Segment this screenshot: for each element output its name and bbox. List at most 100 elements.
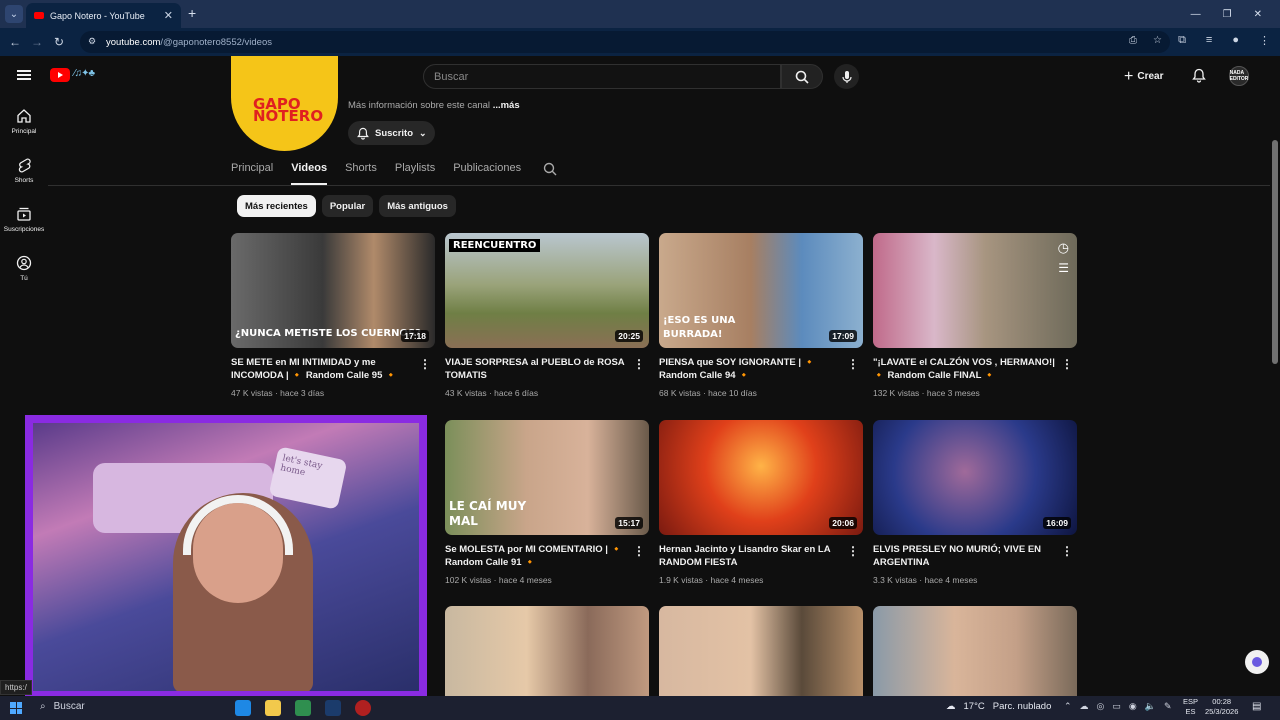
forward-icon[interactable]: →	[26, 35, 48, 49]
notification-center-icon[interactable]: ▤	[1252, 701, 1261, 712]
video-menu-icon[interactable]: ⋮	[633, 357, 645, 371]
chip-mas-antiguos[interactable]: Más antiguos	[379, 195, 456, 217]
sidenav-item-principal[interactable]: Principal	[0, 96, 48, 145]
chip-mas-recientes[interactable]: Más recientes	[237, 195, 316, 217]
create-button[interactable]: + Crear	[1124, 64, 1163, 89]
clock-date: 25/3/2026	[1205, 707, 1239, 716]
menu-kebab-icon[interactable]: ⋮	[1259, 34, 1270, 47]
channel-about[interactable]: Más información sobre este canal ...más	[348, 100, 520, 111]
close-tab-icon[interactable]: ✕	[164, 9, 173, 22]
reload-icon[interactable]: ↻	[48, 35, 70, 49]
sidenav-item-tu[interactable]: Tú	[0, 243, 48, 292]
bookmark-star-icon[interactable]: ☆	[1153, 35, 1162, 46]
video-thumbnail[interactable]: ¿NUNCA METISTE LOS CUERNOS? 17:18	[231, 233, 435, 348]
obs-icon[interactable]	[355, 700, 371, 716]
hamburger-menu-icon[interactable]	[17, 70, 31, 80]
video-card[interactable]: REENCUENTRO 20:25 VIAJE SORPRESA al PUEB…	[445, 233, 649, 398]
tab-list-button[interactable]: ⌄	[5, 5, 23, 23]
account-avatar[interactable]: NADA EDITOR	[1229, 66, 1249, 86]
video-title[interactable]: ELVIS PRESLEY NO MURIÓ; VIVE EN ARGENTIN…	[873, 543, 1077, 571]
video-menu-icon[interactable]: ⋮	[633, 544, 645, 558]
video-title[interactable]: Se MOLESTA por MI COMENTARIO | 🔸 Random …	[445, 543, 649, 571]
back-icon[interactable]: ←	[4, 35, 26, 49]
youtube-logo-icon[interactable]	[50, 68, 70, 82]
reading-list-icon[interactable]: ≡	[1206, 34, 1212, 47]
windows-start-icon[interactable]	[10, 702, 22, 714]
tab-videos[interactable]: Videos	[291, 156, 328, 185]
youtube-doodle-icon[interactable]: ⁄♫✦♣	[74, 68, 118, 82]
video-title[interactable]: Hernan Jacinto y Lisandro Skar en LA RAN…	[659, 543, 863, 571]
video-thumbnail[interactable]: ◷ ☰	[873, 233, 1077, 348]
notifications-bell-icon[interactable]	[1192, 68, 1206, 88]
gemini-assistant-icon[interactable]	[1245, 650, 1269, 674]
page-scrollbar[interactable]	[1270, 56, 1280, 696]
restore-icon[interactable]: ❐	[1223, 9, 1232, 20]
language-indicator[interactable]: ESP ES	[1183, 697, 1198, 717]
video-title[interactable]: PIENSA que SOY IGNORANTE | 🔸 Random Call…	[659, 356, 863, 384]
sidenav-item-suscripciones[interactable]: Suscripciones	[0, 194, 48, 243]
tab-publicaciones[interactable]: Publicaciones	[453, 156, 521, 185]
scrollbar-thumb[interactable]	[1272, 140, 1278, 364]
watch-later-icon[interactable]: ◷	[1058, 240, 1069, 256]
tray-app-icon[interactable]: ◎	[1097, 701, 1105, 712]
taskbar-weather[interactable]: ☁ 17°C Parc. nublado	[946, 701, 1051, 712]
browser-tab[interactable]: Gapo Notero - YouTube ✕	[26, 3, 181, 28]
search-input[interactable]: Buscar	[423, 64, 781, 89]
video-title[interactable]: VIAJE SORPRESA al PUEBLO de ROSA TOMATIS	[445, 356, 649, 384]
tray-monitor-icon[interactable]: ▭	[1112, 701, 1121, 712]
video-menu-icon[interactable]: ⋮	[1061, 357, 1073, 371]
minimize-icon[interactable]: —	[1191, 9, 1201, 20]
tray-cloud-icon[interactable]: ☁	[1080, 701, 1089, 712]
chrome-icon[interactable]	[295, 700, 311, 716]
video-menu-icon[interactable]: ⋮	[1061, 544, 1073, 558]
video-card[interactable]: LE CAÍ MUY MAL 15:17 Se MOLESTA por MI C…	[445, 420, 649, 585]
video-thumbnail[interactable]	[659, 606, 863, 696]
video-card[interactable]: ¡ESO ES UNA BURRADA! 17:09 PIENSA que SO…	[659, 233, 863, 398]
new-tab-button[interactable]: +	[188, 5, 196, 21]
video-thumbnail[interactable]: ¡ESO ES UNA BURRADA! 17:09	[659, 233, 863, 348]
edge-icon[interactable]	[235, 700, 251, 716]
url-field[interactable]: ⚙ youtube.com/@gaponotero8552/videos ⎙ ☆	[80, 31, 1170, 53]
taskbar-clock[interactable]: 00:28 25/3/2026	[1205, 697, 1238, 717]
subscribed-button[interactable]: Suscrito ⌄	[348, 121, 435, 145]
tab-playlists[interactable]: Playlists	[395, 156, 435, 185]
video-thumbnail[interactable]: 20:06	[659, 420, 863, 535]
tab-principal[interactable]: Principal	[231, 156, 273, 185]
tab-shorts[interactable]: Shorts	[345, 156, 377, 185]
add-to-queue-icon[interactable]: ☰	[1058, 261, 1069, 275]
taskbar-search[interactable]: ⌕ Buscar	[40, 701, 85, 712]
video-thumbnail[interactable]	[873, 606, 1077, 696]
search-button[interactable]	[781, 64, 823, 89]
pen-icon[interactable]: ✎	[1164, 701, 1172, 712]
site-info-icon[interactable]: ⚙	[88, 36, 96, 47]
video-thumbnail[interactable]: REENCUENTRO 20:25	[445, 233, 649, 348]
video-thumbnail[interactable]: 16:09	[873, 420, 1077, 535]
chip-popular[interactable]: Popular	[321, 195, 374, 217]
file-explorer-icon[interactable]	[265, 700, 281, 716]
install-app-icon[interactable]: ⎙	[1129, 35, 1137, 46]
video-menu-icon[interactable]: ⋮	[419, 357, 431, 371]
close-window-icon[interactable]: ✕	[1254, 9, 1262, 20]
channel-search-icon[interactable]	[543, 156, 557, 185]
video-title[interactable]: SE METE en MI INTIMIDAD y me INCOMODA | …	[231, 356, 435, 384]
voice-search-button[interactable]	[834, 64, 859, 89]
video-thumbnail[interactable]	[445, 606, 649, 696]
volume-icon[interactable]: 🔈	[1145, 701, 1156, 712]
about-more-link[interactable]: ...más	[493, 100, 520, 111]
extensions-icon[interactable]: ⧉	[1178, 34, 1186, 47]
video-card[interactable]: 16:09 ELVIS PRESLEY NO MURIÓ; VIVE EN AR…	[873, 420, 1077, 585]
video-menu-icon[interactable]: ⋮	[847, 357, 859, 371]
video-menu-icon[interactable]: ⋮	[847, 544, 859, 558]
tray-chevron-icon[interactable]: ⌃	[1064, 701, 1072, 712]
video-title[interactable]: "¡LAVATE el CALZÓN VOS , HERMANO!| 🔸 Ran…	[873, 356, 1077, 384]
network-icon[interactable]: ◉	[1129, 701, 1137, 712]
browser-tabbar: ⌄ Gapo Notero - YouTube ✕ + — ❐ ✕	[0, 0, 1280, 28]
profile-icon[interactable]: ●	[1232, 34, 1239, 47]
channel-avatar[interactable]: GAPO NOTERO	[231, 56, 338, 151]
sidenav-item-shorts[interactable]: Shorts	[0, 145, 48, 194]
video-card[interactable]: ◷ ☰ "¡LAVATE el CALZÓN VOS , HERMANO!| 🔸…	[873, 233, 1077, 398]
video-card[interactable]: ¿NUNCA METISTE LOS CUERNOS? 17:18 SE MET…	[231, 233, 435, 398]
video-thumbnail[interactable]: LE CAÍ MUY MAL 15:17	[445, 420, 649, 535]
steam-icon[interactable]	[325, 700, 341, 716]
video-card[interactable]: 20:06 Hernan Jacinto y Lisandro Skar en …	[659, 420, 863, 585]
